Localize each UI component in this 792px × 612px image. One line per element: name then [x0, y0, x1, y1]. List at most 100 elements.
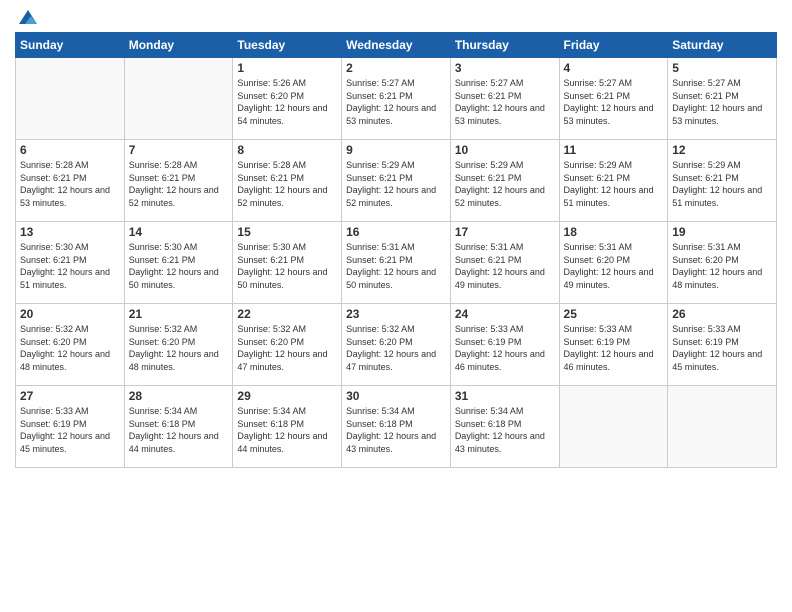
day-info-line: Sunset: 6:20 PM: [346, 337, 413, 347]
day-info-line: Sunrise: 5:31 AM: [564, 242, 633, 252]
day-info: Sunrise: 5:28 AMSunset: 6:21 PMDaylight:…: [20, 159, 120, 209]
day-info: Sunrise: 5:29 AMSunset: 6:21 PMDaylight:…: [455, 159, 555, 209]
day-info-line: Sunrise: 5:32 AM: [346, 324, 415, 334]
day-info-line: Sunset: 6:21 PM: [237, 173, 304, 183]
day-info: Sunrise: 5:33 AMSunset: 6:19 PMDaylight:…: [564, 323, 664, 373]
day-info-line: Daylight: 12 hours and 46 minutes.: [564, 349, 654, 372]
day-number: 1: [237, 61, 337, 75]
calendar-cell: 12Sunrise: 5:29 AMSunset: 6:21 PMDayligh…: [668, 140, 777, 222]
calendar-cell: 29 Sunrise: 5:34 AMSunset: 6:18 PMDayligh…: [233, 386, 342, 468]
day-number: 29: [237, 389, 337, 403]
day-number: 2: [346, 61, 446, 75]
day-info-line: Sunset: 6:21 PM: [129, 255, 196, 265]
day-info: Sunrise: 5:33 AMSunset: 6:19 PMDaylight:…: [20, 405, 120, 455]
day-info-line: Sunset: 6:21 PM: [346, 173, 413, 183]
day-number: 25: [564, 307, 664, 321]
day-info-line: Sunrise: 5:34 AM: [455, 406, 524, 416]
day-info-line: Sunrise: 5:34 AM: [129, 406, 198, 416]
day-info-line: Sunrise: 5:28 AM: [20, 160, 89, 170]
day-info-line: Sunrise: 5:31 AM: [672, 242, 741, 252]
day-info-line: Daylight: 12 hours and 52 minutes.: [346, 185, 436, 208]
day-info: Sunrise: 5:29 AMSunset: 6:21 PMDaylight:…: [672, 159, 772, 209]
day-info-line: Daylight: 12 hours and 50 minutes.: [129, 267, 219, 290]
day-info: Sunrise: 5:34 AMSunset: 6:18 PMDaylight:…: [346, 405, 446, 455]
day-info-line: Sunset: 6:21 PM: [20, 255, 87, 265]
calendar-cell: 18 Sunrise: 5:31 AMSunset: 6:20 PMDayligh…: [559, 222, 668, 304]
day-info-line: Daylight: 12 hours and 53 minutes.: [20, 185, 110, 208]
day-info-line: Sunrise: 5:27 AM: [455, 78, 524, 88]
day-info-line: Daylight: 12 hours and 44 minutes.: [129, 431, 219, 454]
calendar-cell: 27Sunrise: 5:33 AMSunset: 6:19 PMDayligh…: [16, 386, 125, 468]
day-number: 18: [564, 225, 664, 239]
calendar-week-row: 1Sunrise: 5:26 AMSunset: 6:20 PMDaylight…: [16, 58, 777, 140]
day-number: 15: [237, 225, 337, 239]
calendar-cell: 4Sunrise: 5:27 AMSunset: 6:21 PMDaylight…: [559, 58, 668, 140]
day-info: Sunrise: 5:27 AMSunset: 6:21 PMDaylight:…: [672, 77, 772, 127]
day-info-line: Daylight: 12 hours and 49 minutes.: [455, 267, 545, 290]
day-info: Sunrise: 5:31 AMSunset: 6:20 PMDaylight:…: [672, 241, 772, 291]
day-info-line: Daylight: 12 hours and 51 minutes.: [20, 267, 110, 290]
calendar-week-row: 13 Sunrise: 5:30 AM Sunset: 6:21 PM Dayligh…: [16, 222, 777, 304]
calendar-cell: 22Sunrise: 5:32 AMSunset: 6:20 PMDayligh…: [233, 304, 342, 386]
day-info-line: Sunset: 6:21 PM: [346, 255, 413, 265]
day-info-line: Sunrise: 5:29 AM: [346, 160, 415, 170]
day-info-line: Sunset: 6:21 PM: [455, 91, 522, 101]
day-info: Sunrise: 5:27 AMSunset: 6:21 PMDaylight:…: [564, 77, 664, 127]
day-number: 17: [455, 225, 555, 239]
day-info-line: Sunset: 6:21 PM: [346, 91, 413, 101]
day-info-line: Daylight: 12 hours and 46 minutes.: [455, 349, 545, 372]
day-info-line: Sunset: 6:21 PM: [455, 173, 522, 183]
day-number: 3: [455, 61, 555, 75]
day-info-line: Sunrise: 5:33 AM: [455, 324, 524, 334]
day-number: 31: [455, 389, 555, 403]
day-number: 30: [346, 389, 446, 403]
day-info: Sunrise: 5:28 AMSunset: 6:21 PMDaylight:…: [129, 159, 229, 209]
day-info: Sunrise: 5:27 AMSunset: 6:21 PMDaylight:…: [346, 77, 446, 127]
day-number: 11: [564, 143, 664, 157]
day-info-line: Sunrise: 5:29 AM: [672, 160, 741, 170]
day-info: Sunrise: 5:33 AMSunset: 6:19 PMDaylight:…: [672, 323, 772, 373]
day-info: Sunrise: 5:32 AMSunset: 6:20 PMDaylight:…: [346, 323, 446, 373]
day-info: Sunrise: 5:27 AMSunset: 6:21 PMDaylight:…: [455, 77, 555, 127]
day-info-line: Daylight: 12 hours and 53 minutes.: [672, 103, 762, 126]
day-info: Sunrise: 5:31 AMSunset: 6:21 PMDaylight:…: [455, 241, 555, 291]
day-number: 5: [672, 61, 772, 75]
day-number: 26: [672, 307, 772, 321]
calendar-header-row: SundayMondayTuesdayWednesdayThursdayFrid…: [16, 33, 777, 58]
day-info-line: Daylight: 12 hours and 51 minutes.: [672, 185, 762, 208]
day-info-line: Sunrise: 5:30 AM: [129, 242, 198, 252]
day-info: Sunrise: 5:30 AM Sunset: 6:21 PM Daylight:…: [20, 241, 120, 291]
day-info-line: Daylight: 12 hours and 45 minutes.: [672, 349, 762, 372]
day-info: Sunrise: 5:31 AMSunset: 6:20 PMDaylight:…: [564, 241, 664, 291]
day-info: Sunrise: 5:32 AMSunset: 6:20 PMDaylight:…: [20, 323, 120, 373]
day-info-line: Sunrise: 5:31 AM: [455, 242, 524, 252]
day-info-line: Daylight: 12 hours and 53 minutes.: [346, 103, 436, 126]
calendar-cell: 9Sunrise: 5:29 AMSunset: 6:21 PMDaylight…: [342, 140, 451, 222]
day-number: 21: [129, 307, 229, 321]
day-info-line: Daylight: 12 hours and 51 minutes.: [564, 185, 654, 208]
day-info-line: Sunrise: 5:33 AM: [564, 324, 633, 334]
day-info-line: Sunset: 6:21 PM: [672, 91, 739, 101]
calendar-cell: 14Sunrise: 5:30 AMSunset: 6:21 PMDayligh…: [124, 222, 233, 304]
day-info-line: Sunrise: 5:34 AM: [237, 406, 306, 416]
day-info: Sunrise: 5:34 AMSunset: 6:18 PMDaylight:…: [237, 405, 337, 455]
day-info-line: Sunrise: 5:30 AM: [20, 242, 89, 252]
day-info-line: Sunrise: 5:32 AM: [237, 324, 306, 334]
day-number: 8: [237, 143, 337, 157]
day-info-line: Daylight: 12 hours and 52 minutes.: [237, 185, 327, 208]
day-info-line: Sunset: 6:21 PM: [237, 255, 304, 265]
day-info-line: Daylight: 12 hours and 43 minutes.: [455, 431, 545, 454]
day-info-line: Sunset: 6:18 PM: [455, 419, 522, 429]
calendar-cell: 28Sunrise: 5:34 AMSunset: 6:18 PMDayligh…: [124, 386, 233, 468]
calendar-cell: 8Sunrise: 5:28 AMSunset: 6:21 PMDaylight…: [233, 140, 342, 222]
day-number: 22: [237, 307, 337, 321]
day-info-line: Daylight: 12 hours and 50 minutes.: [346, 267, 436, 290]
calendar-cell: 6Sunrise: 5:28 AMSunset: 6:21 PMDaylight…: [16, 140, 125, 222]
day-number: 13: [20, 225, 120, 239]
calendar-header-monday: Monday: [124, 33, 233, 58]
calendar-header-thursday: Thursday: [450, 33, 559, 58]
day-info-line: Daylight: 12 hours and 48 minutes.: [129, 349, 219, 372]
calendar-cell: 17 Sunrise: 5:31 AMSunset: 6:21 PMDayligh…: [450, 222, 559, 304]
calendar-week-row: 6Sunrise: 5:28 AMSunset: 6:21 PMDaylight…: [16, 140, 777, 222]
day-info-line: Sunrise: 5:28 AM: [129, 160, 198, 170]
